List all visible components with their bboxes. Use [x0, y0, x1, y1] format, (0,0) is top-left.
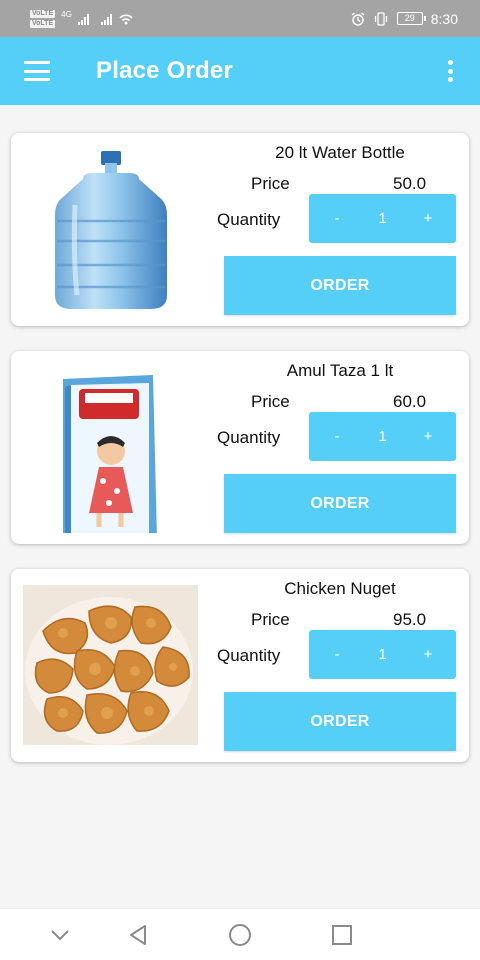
price-label: Price — [251, 610, 290, 629]
milk-carton-image — [63, 375, 157, 533]
battery-level: 29 — [404, 13, 415, 23]
signal-icon — [77, 13, 89, 25]
network-label-top: VoLTE — [30, 9, 56, 18]
increment-button[interactable]: + — [420, 210, 436, 227]
product-card: 20 lt Water Bottle Price 50.0 Quantity -… — [11, 133, 469, 326]
more-vert-icon[interactable] — [445, 60, 455, 82]
quantity-stepper: - 1 + — [309, 630, 456, 679]
product-card: Amul Taza 1 lt Price 60.0 Quantity - 1 +… — [11, 351, 469, 544]
recents-icon[interactable] — [328, 921, 356, 949]
quantity-stepper: - 1 + — [309, 412, 456, 461]
quantity-value: 1 — [378, 210, 387, 227]
product-name: Amul Taza 1 lt — [286, 361, 394, 380]
system-nav-bar — [0, 908, 480, 960]
increment-button[interactable]: + — [420, 428, 436, 445]
network-label-bottom: VoLTE — [30, 19, 56, 28]
decrement-button[interactable]: - — [329, 428, 345, 445]
back-icon[interactable] — [124, 921, 152, 949]
wifi-icon — [119, 13, 133, 24]
page-title: Place Order — [96, 57, 233, 84]
hamburger-menu-icon[interactable] — [24, 61, 50, 81]
home-icon[interactable] — [226, 921, 254, 949]
status-right: 29 8:30 — [351, 11, 458, 27]
battery-icon: 29 — [396, 12, 426, 25]
quantity-value: 1 — [378, 646, 387, 663]
quantity-value: 1 — [378, 428, 387, 445]
quantity-label: Quantity — [217, 646, 281, 665]
product-card: Chicken Nuget Price 95.0 Quantity - 1 + … — [11, 569, 469, 762]
quantity-stepper: - 1 + — [309, 194, 456, 243]
vibrate-icon — [374, 11, 387, 26]
decrement-button[interactable]: - — [329, 210, 345, 227]
status-bar: VoLTE VoLTE 4G 29 8:30 — [0, 0, 480, 37]
chicken-nuggets-image — [23, 585, 198, 745]
signal-icon-2 — [100, 13, 112, 25]
product-name: 20 lt Water Bottle — [275, 143, 405, 162]
price-value: 95.0 — [393, 610, 427, 629]
price-label: Price — [251, 174, 290, 193]
price-value: 60.0 — [393, 392, 427, 411]
quantity-label: Quantity — [217, 428, 281, 447]
price-value: 50.0 — [393, 174, 427, 193]
network-type: VoLTE VoLTE — [30, 9, 56, 28]
status-left: VoLTE VoLTE 4G — [30, 9, 134, 28]
clock: 8:30 — [430, 10, 458, 27]
water-bottle-image — [55, 151, 167, 309]
order-button[interactable]: ORDER — [224, 692, 456, 751]
decrement-button[interactable]: - — [329, 646, 345, 663]
product-name: Chicken Nuget — [284, 579, 396, 598]
order-button[interactable]: ORDER — [224, 256, 456, 315]
collapse-down-icon[interactable] — [46, 921, 74, 949]
network-gen: 4G — [61, 10, 72, 19]
increment-button[interactable]: + — [420, 646, 436, 663]
quantity-label: Quantity — [217, 210, 281, 229]
alarm-icon — [351, 11, 365, 26]
order-button[interactable]: ORDER — [224, 474, 456, 533]
price-label: Price — [251, 392, 290, 411]
app-bar: Place Order — [0, 37, 480, 105]
